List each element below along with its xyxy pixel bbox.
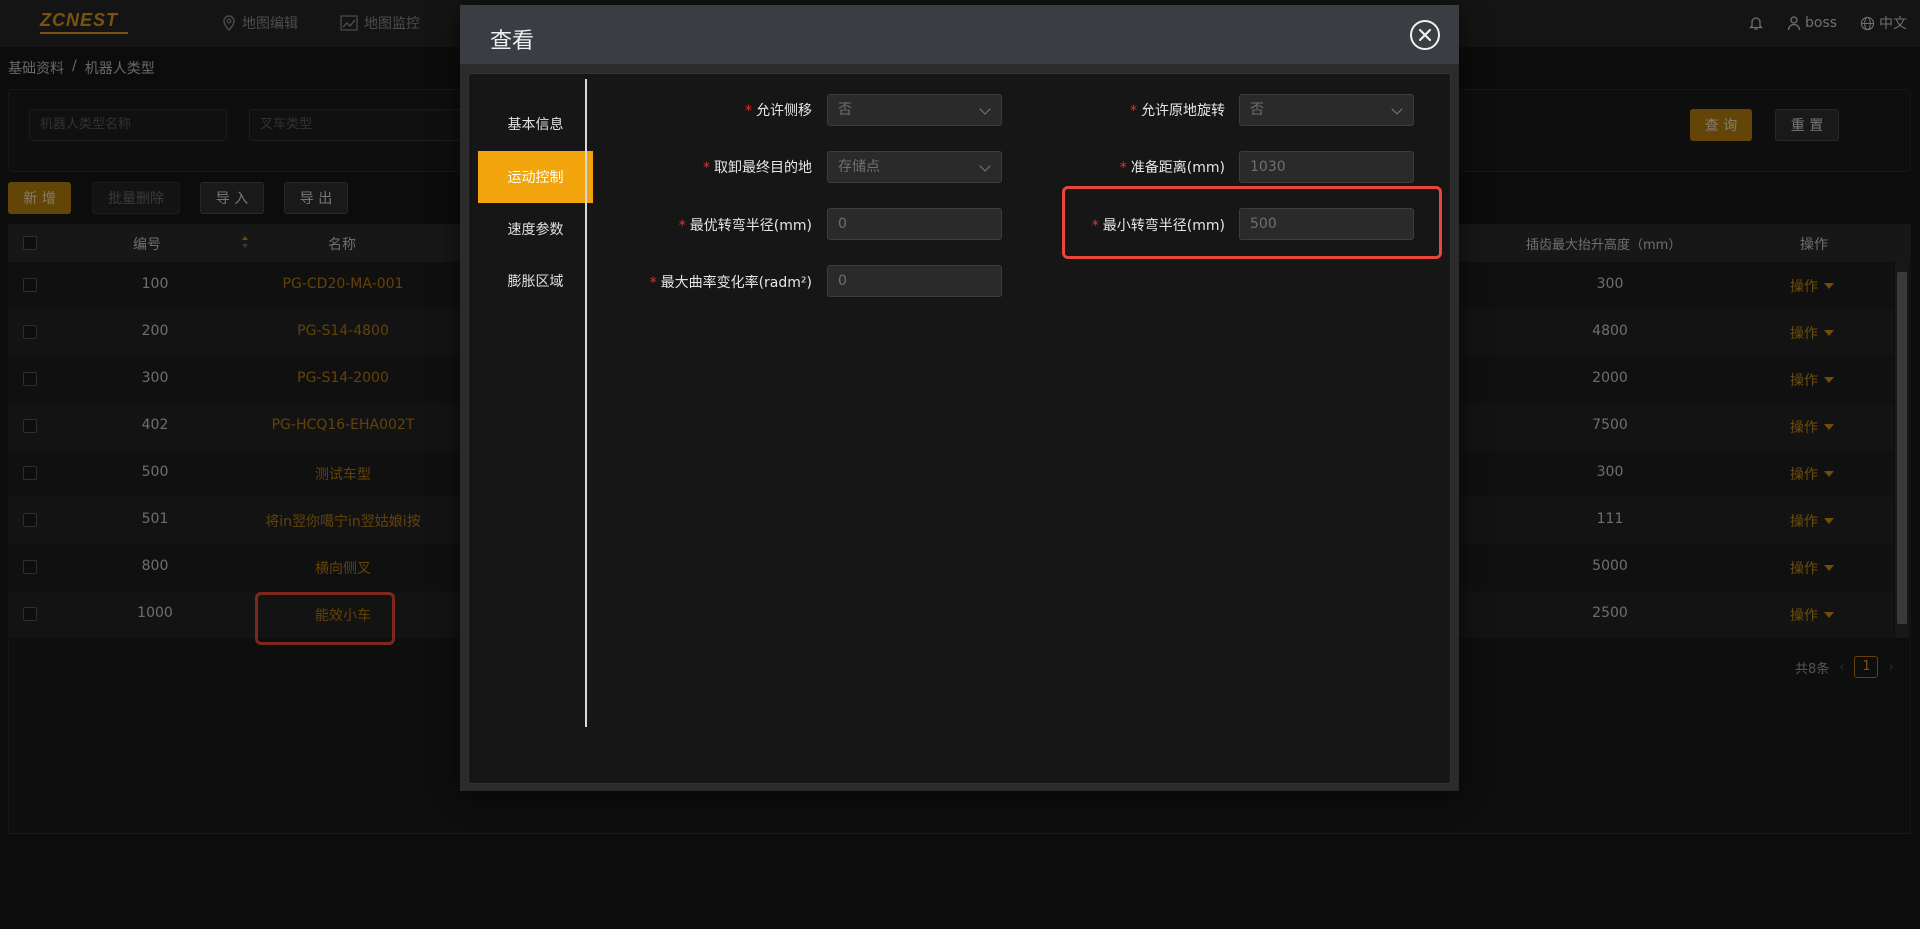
max-curvature-label: * 最大曲率变化率(radm²) [649, 275, 812, 291]
chevron-down-icon [979, 160, 991, 172]
modal-header: 查看 [460, 5, 1459, 64]
tab-basic-info[interactable]: 基本信息 [478, 98, 593, 150]
allow-spin-select[interactable]: 否 [1239, 94, 1414, 126]
modal-title: 查看 [490, 29, 535, 54]
allow-spin-label: * 允许原地旋转 [1130, 103, 1225, 119]
close-button[interactable] [1410, 20, 1440, 50]
tabs-divider [585, 79, 587, 727]
optimal-radius-label: * 最优转弯半径(mm) [678, 218, 812, 234]
close-icon [1418, 28, 1432, 42]
max-curvature-input[interactable]: 0 [827, 265, 1002, 297]
allow-side-shift-select[interactable]: 否 [827, 94, 1002, 126]
prep-distance-label: * 准备距离(mm) [1119, 160, 1225, 176]
prep-distance-input[interactable]: 1030 [1239, 151, 1414, 183]
tab-motion-control[interactable]: 运动控制 [478, 151, 593, 203]
optimal-radius-input[interactable]: 0 [827, 208, 1002, 240]
final-target-label: * 取卸最终目的地 [703, 160, 812, 176]
chevron-down-icon [1391, 103, 1403, 115]
allow-side-shift-label: * 允许侧移 [745, 103, 812, 119]
highlight-box-min-radius [1062, 186, 1442, 259]
chevron-down-icon [979, 103, 991, 115]
view-modal: 查看 基本信息 运动控制 速度参数 膨胀区域 * 允许侧移 否 * 允许原地旋转 否… [460, 5, 1459, 791]
final-target-select[interactable]: 存储点 [827, 151, 1002, 183]
tab-speed-params[interactable]: 速度参数 [478, 203, 593, 255]
